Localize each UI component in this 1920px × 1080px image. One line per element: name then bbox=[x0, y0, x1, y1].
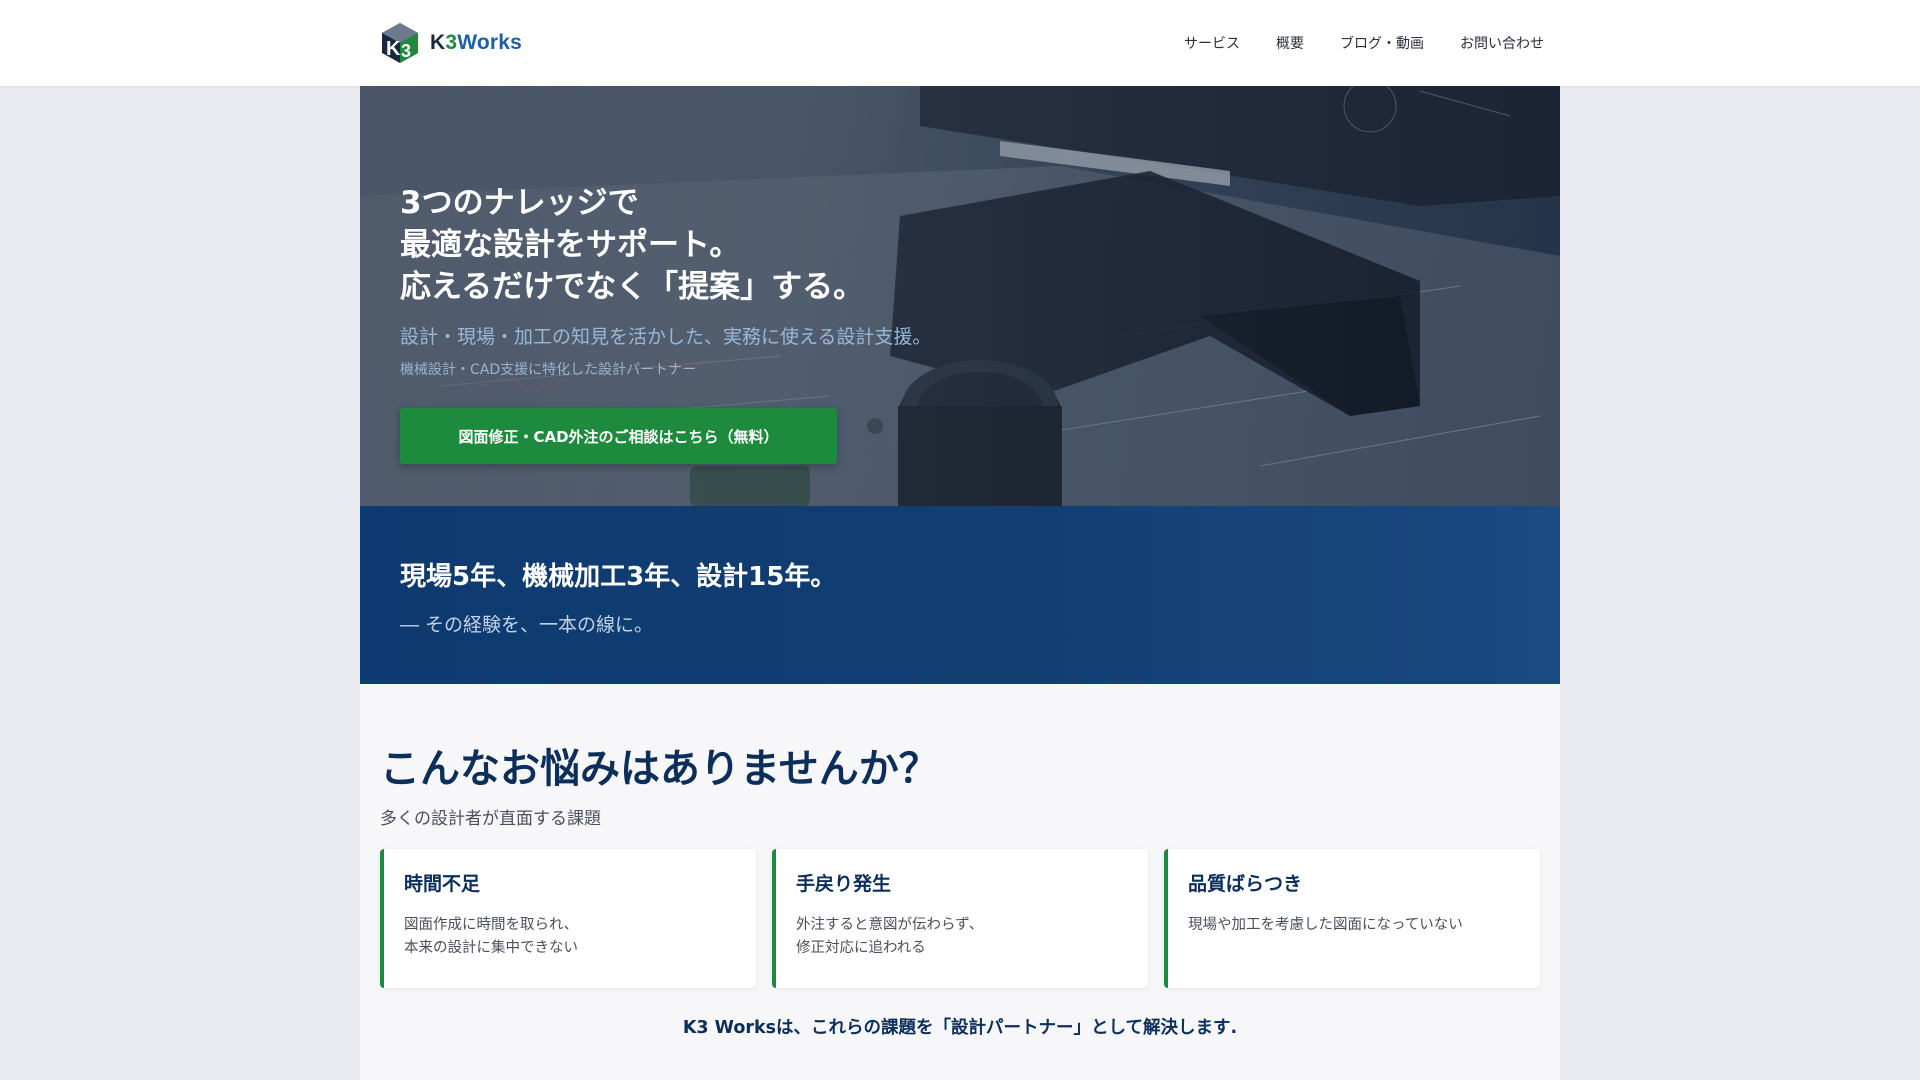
problem-card-time: 時間不足 図面作成に時間を取られ、 本来の設計に集中できない bbox=[380, 849, 756, 988]
card-description: 外注すると意図が伝わらず、 修正対応に追われる bbox=[796, 917, 984, 956]
card-description: 図面作成に時間を取られ、 本来の設計に集中できない bbox=[404, 917, 579, 956]
experience-title: 現場5年、機械加工3年、設計15年。 bbox=[400, 562, 837, 592]
problem-card-rework: 手戻り発生 外注すると意図が伝わらず、 修正対応に追われる bbox=[772, 849, 1148, 988]
card-title: 時間不足 bbox=[404, 873, 481, 895]
card-description: 現場や加工を考慮した図面になっていない bbox=[1188, 917, 1463, 933]
nav-about[interactable]: 概要 bbox=[1276, 33, 1304, 53]
card-title: 手戻り発生 bbox=[796, 873, 892, 895]
main-nav: サービス 概要 ブログ・動画 お問い合わせ bbox=[1184, 0, 1544, 86]
hero-section: 3つのナレッジで 最適な設計をサポート。 応えるだけでなく「提案」する。 設計・… bbox=[360, 86, 1560, 506]
hero-subtitle: 設計・現場・加工の知見を活かした、実務に使える設計支援。 bbox=[400, 326, 932, 348]
card-title: 品質ばらつき bbox=[1188, 873, 1303, 895]
hero-content: 3つのナレッジで 最適な設計をサポート。 応えるだけでなく「提案」する。 設計・… bbox=[400, 182, 1120, 379]
nav-services[interactable]: サービス bbox=[1184, 33, 1240, 53]
site-header: K 3 K3Works サービス 概要 ブログ・動画 お問い合わせ bbox=[0, 0, 1920, 86]
problems-section: こんなお悩みはありませんか？ 多くの設計者が直面する課題 時間不足 図面作成に時… bbox=[360, 684, 1560, 1080]
svg-text:K: K bbox=[386, 38, 401, 60]
logo-link[interactable]: K 3 K3Works bbox=[380, 22, 522, 64]
problem-cards: 時間不足 図面作成に時間を取られ、 本来の設計に集中できない 手戻り発生 外注す… bbox=[380, 849, 1540, 988]
experience-band: 現場5年、機械加工3年、設計15年。 ― その経験を、一本の線に。 bbox=[360, 506, 1560, 684]
svg-text:3: 3 bbox=[401, 41, 411, 61]
problems-title: こんなお悩みはありませんか？ bbox=[380, 746, 939, 792]
problems-closing-statement: K3 Worksは、これらの課題を「設計パートナー」として解決します. bbox=[682, 1018, 1238, 1038]
k3-logo-icon: K 3 bbox=[380, 22, 420, 64]
hero-tagline: 機械設計・CAD支援に特化した設計パートナー bbox=[400, 362, 697, 378]
consultation-cta-button[interactable]: 図面修正・CAD外注のご相談はこちら（無料） bbox=[400, 408, 837, 464]
problems-subtitle: 多くの設計者が直面する課題 bbox=[380, 809, 601, 829]
problem-card-quality: 品質ばらつき 現場や加工を考慮した図面になっていない bbox=[1164, 849, 1540, 988]
logo-text: K3Works bbox=[430, 31, 523, 54]
nav-blog-video[interactable]: ブログ・動画 bbox=[1340, 33, 1424, 53]
nav-contact[interactable]: お問い合わせ bbox=[1460, 33, 1544, 53]
experience-subtitle: ― その経験を、一本の線に。 bbox=[400, 614, 654, 636]
hero-title: 3つのナレッジで 最適な設計をサポート。 応えるだけでなく「提案」する。 bbox=[400, 185, 865, 305]
